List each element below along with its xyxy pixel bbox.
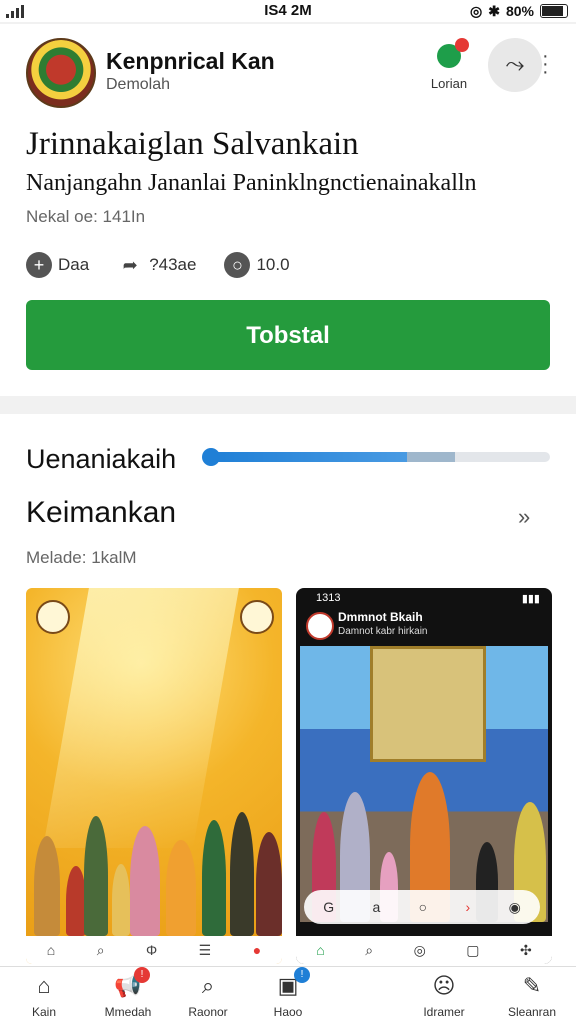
home-icon: ⌂ <box>37 973 51 998</box>
pause-icon: Φ <box>146 942 158 958</box>
square-icon: ▢ <box>466 941 480 958</box>
add-label: Daa <box>58 255 90 274</box>
notification-badge: ! <box>134 967 150 983</box>
progress-handle[interactable] <box>202 448 220 466</box>
screenshot-2-title: Dmmnot Bkaih <box>338 610 423 624</box>
comment-label: 10.0 <box>256 255 290 274</box>
follow-label: Lorian <box>430 76 468 91</box>
app-description: Nanjangahn Jananlai Paninklngnctienainak… <box>26 170 477 196</box>
media-controls[interactable]: G a ○ › ◉ <box>304 890 540 924</box>
follow-button[interactable]: Lorian <box>426 38 472 91</box>
edit-icon: ✎ <box>522 973 542 998</box>
comment-action[interactable]: ○ 10.0 <box>224 252 290 278</box>
install-button[interactable]: Tobstal <box>26 300 550 370</box>
add-icon: + <box>26 252 52 278</box>
nav-games-label: Haoo <box>273 1005 303 1019</box>
screenshot-1-navbar: ⌂ ⌕ Φ ☰ ● <box>26 936 282 964</box>
screenshot-2-avatar <box>306 612 334 640</box>
add-action[interactable]: + Daa <box>26 252 89 278</box>
record-icon: ● <box>252 942 262 958</box>
face-icon: ☹ <box>432 973 456 998</box>
share-button[interactable]: ⤳ <box>488 38 542 92</box>
developer-subtitle: Demolah <box>106 76 171 93</box>
app-meta: Nekal oe: 141In <box>26 207 146 226</box>
progress-buffer <box>407 452 456 462</box>
circle-icon: ◎ <box>413 941 426 958</box>
profile-icon: ◉ <box>508 898 521 915</box>
gamepad-icon: ▣! <box>274 967 310 999</box>
status-time: IS4 2M <box>264 2 312 19</box>
more-options-icon[interactable]: · · · <box>542 46 549 82</box>
bottom-navigation: ⌂ Kain 📢! Mmedah ⌕ Raonor ▣! Haoo ☹ Idra… <box>0 966 576 1025</box>
screenshot-2-subtitle: Damnot kabr hirkain <box>338 626 428 637</box>
progress-label: Uenaniakaih <box>26 444 177 474</box>
screenshot-2-navbar: ⌂ ⌕ ◎ ▢ ✣ <box>296 936 552 964</box>
status-bar: IS4 2M ◎ ✱ 80% <box>0 0 576 22</box>
nav-search[interactable]: ⌕ Raonor <box>180 973 236 1019</box>
action-row: + Daa ➦ ?43ae ○ 10.0 <box>26 252 290 278</box>
progress-fill <box>208 452 414 462</box>
share-label: ?43ae <box>149 255 197 274</box>
nav-profile-label: Idramer <box>423 1005 465 1019</box>
home-icon: ⌂ <box>316 942 325 958</box>
nav-search-label: Raonor <box>188 1005 228 1019</box>
next-icon: › <box>465 899 471 915</box>
share-arrow-icon: ➦ <box>122 255 138 275</box>
nav-edit[interactable]: ✎ Sleanran <box>500 973 564 1019</box>
section-more-icon[interactable]: » <box>518 504 530 530</box>
screenshot-1[interactable]: ⌂ ⌕ Φ ☰ ● <box>26 588 282 964</box>
search-icon: ⌕ <box>96 941 105 958</box>
search-icon: ⌕ <box>201 973 215 998</box>
list-icon: ☰ <box>198 941 212 958</box>
share-icon: ⤳ <box>505 51 525 78</box>
badge-icon <box>36 600 70 634</box>
battery-icon <box>540 4 568 18</box>
megaphone-icon: 📢! <box>114 967 150 999</box>
nav-edit-label: Sleanran <box>507 1005 557 1019</box>
app-title: Jrinnakaiglan Salvankain <box>26 126 359 162</box>
people-illustration <box>26 796 282 936</box>
nav-games[interactable]: ▣! Haoo <box>262 967 314 1019</box>
section-meta: Melade: 1kalM <box>26 548 137 567</box>
google-icon: G <box>323 899 335 915</box>
screenshot-2-signal-icon: ▮▮▮ <box>521 593 540 605</box>
nav-profile[interactable]: ☹ Idramer <box>414 973 474 1019</box>
section-title: Keimankan <box>26 496 177 529</box>
circle-icon: ○ <box>418 899 428 915</box>
apps-icon: ✣ <box>520 941 532 958</box>
notification-badge: ! <box>294 967 310 983</box>
app-avatar[interactable] <box>26 38 96 108</box>
street-scene-photo <box>300 646 548 922</box>
screenshot-2-time: 1313 <box>316 592 341 604</box>
google-icon <box>437 38 469 68</box>
progress-bar <box>202 448 550 466</box>
nav-home-label: Kain <box>31 1005 57 1019</box>
emblem-icon <box>240 600 274 634</box>
developer-name[interactable]: Kenpnrical Kan <box>106 48 275 75</box>
nav-announcements-label: Mmedah <box>104 1005 152 1019</box>
home-icon: ⌂ <box>46 942 56 958</box>
comment-icon: ○ <box>224 252 251 278</box>
search-icon: ⌕ <box>365 941 374 958</box>
nav-announcements[interactable]: 📢! Mmedah <box>96 967 160 1019</box>
nav-home[interactable]: ⌂ Kain <box>18 973 70 1019</box>
a-icon: a <box>372 899 381 915</box>
share-action[interactable]: ➦ ?43ae <box>117 252 197 278</box>
screenshot-2[interactable]: 1313 ▮▮▮ Dmmnot Bkaih Damnot kabr hirkai… <box>296 588 552 964</box>
